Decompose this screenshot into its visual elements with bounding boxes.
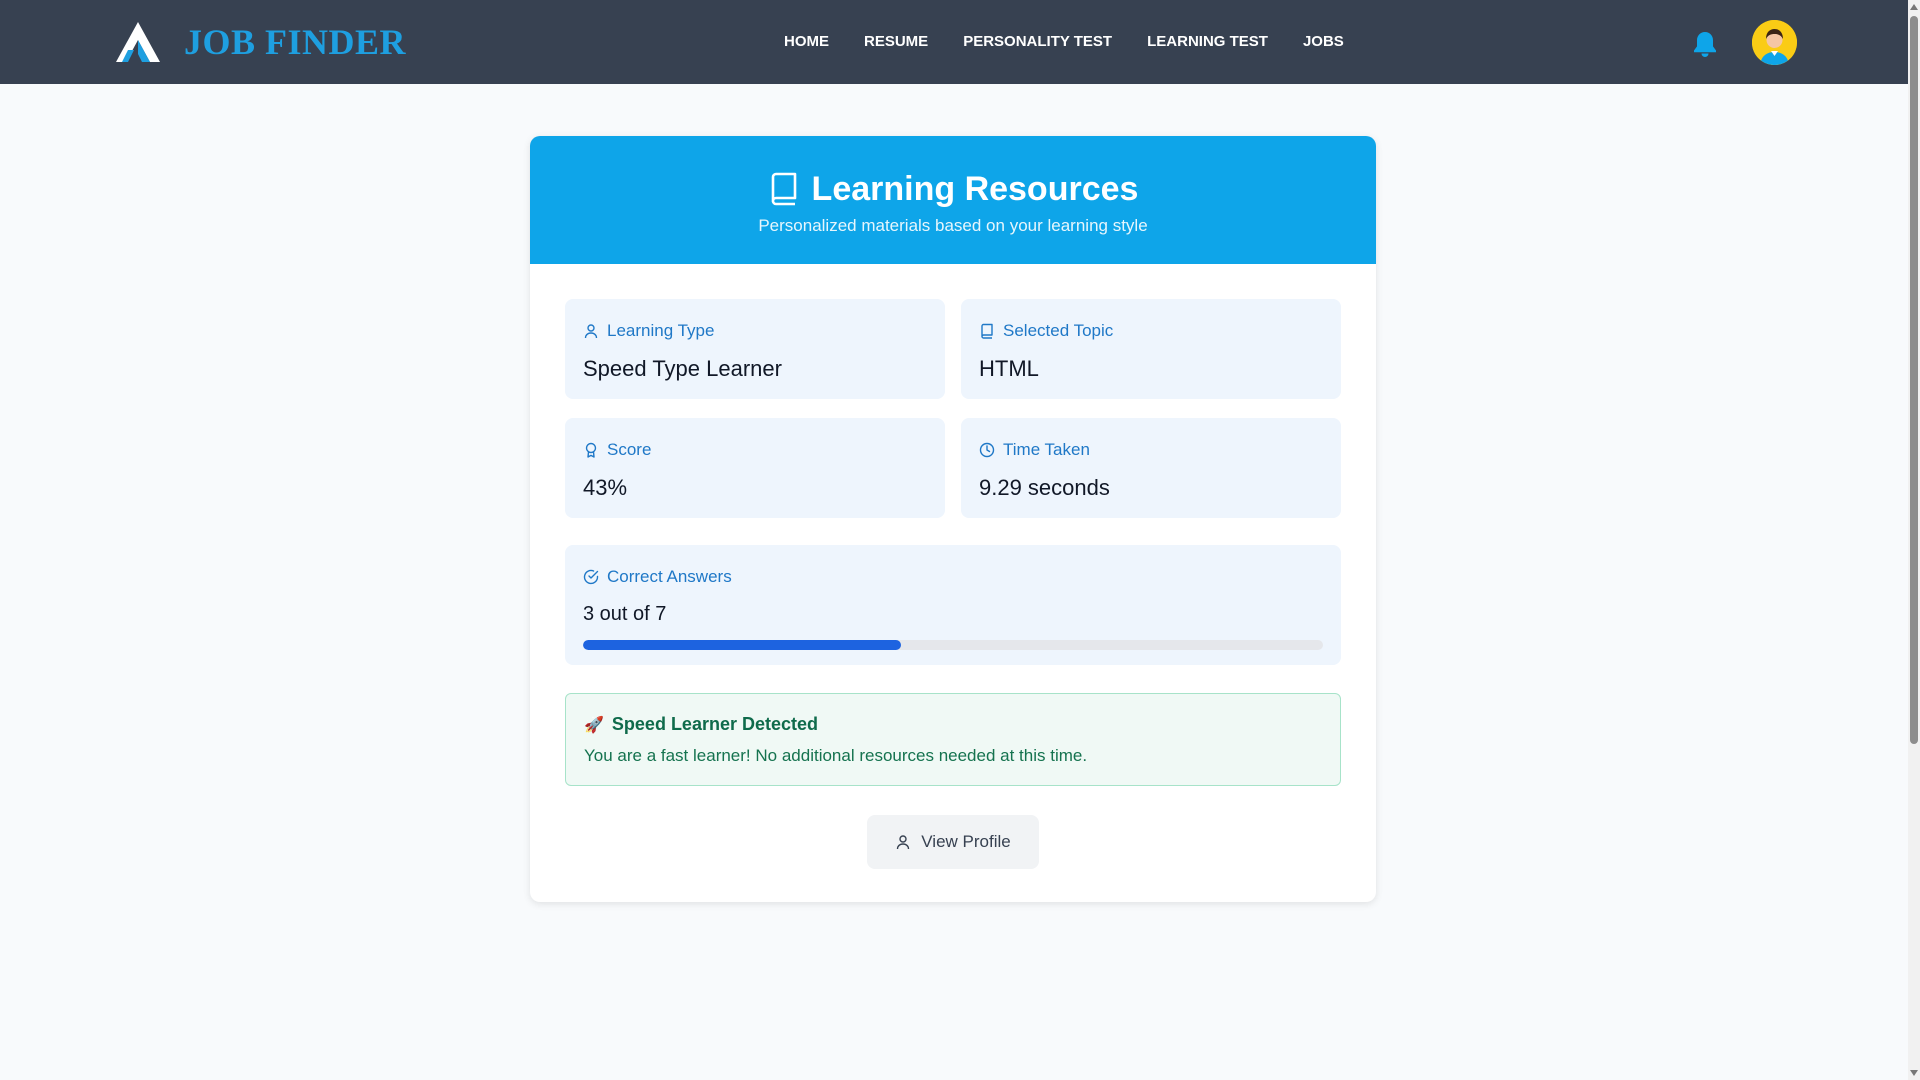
correct-answers-label: Correct Answers xyxy=(607,567,732,586)
view-profile-label: View Profile xyxy=(921,832,1011,851)
learning-type-label: Learning Type xyxy=(607,321,715,340)
brand-logo[interactable]: JOB FINDER xyxy=(114,20,406,64)
clock-icon xyxy=(979,442,995,458)
alert-message: You are a fast learner! No additional re… xyxy=(584,746,1088,765)
time-taken-label-row: Time Taken xyxy=(979,440,1090,460)
nav-home[interactable]: HOME xyxy=(784,33,829,53)
correct-answers-label-row: Correct Answers xyxy=(583,567,732,587)
avatar[interactable] xyxy=(1752,20,1797,65)
learning-type-label-row: Learning Type xyxy=(583,321,714,341)
page-scrollbar[interactable] xyxy=(1908,0,1920,1080)
page-title: Learning Resources xyxy=(811,169,1139,208)
alert-title: Speed Learner Detected xyxy=(611,714,818,734)
speed-learner-alert: 🚀 Speed Learner Detected You are a fast … xyxy=(565,693,1341,786)
nav-learning-test[interactable]: LEARNING TEST xyxy=(1147,33,1268,53)
selected-topic-label: Selected Topic xyxy=(1003,321,1114,340)
card-title-row: Learning Resources xyxy=(530,136,1376,214)
user-icon xyxy=(584,324,598,339)
user-icon xyxy=(897,835,910,850)
time-taken-box: Time Taken 9.29 seconds xyxy=(961,418,1341,518)
logo-icon xyxy=(116,22,160,62)
learning-type-value: Speed Type Learner xyxy=(583,356,782,381)
scroll-down-arrow-icon[interactable] xyxy=(1910,1070,1918,1076)
score-box: Score 43% xyxy=(565,418,945,518)
check-circle-icon xyxy=(583,569,599,585)
book-icon xyxy=(771,172,796,206)
score-value: 43% xyxy=(583,475,628,500)
scroll-thumb[interactable] xyxy=(1910,16,1918,744)
view-profile-button[interactable]: View Profile xyxy=(867,815,1039,869)
selected-topic-value: HTML xyxy=(979,356,1039,381)
nav-personality-test[interactable]: PERSONALITY TEST xyxy=(963,33,1112,53)
card-header: Learning Resources Personalized material… xyxy=(530,136,1376,264)
nav-jobs[interactable]: JOBS xyxy=(1303,33,1344,53)
scroll-up-arrow-icon[interactable] xyxy=(1910,4,1918,10)
page-subtitle: Personalized materials based on your lea… xyxy=(758,216,1148,235)
selected-topic-box: Selected Topic HTML xyxy=(961,299,1341,399)
bell-icon[interactable] xyxy=(1692,30,1718,58)
correct-answers-progress-bar xyxy=(583,640,1323,650)
learning-resources-card: Learning Resources Personalized material… xyxy=(530,136,1376,902)
avatar-icon xyxy=(1752,20,1797,65)
score-label: Score xyxy=(607,440,652,459)
selected-topic-label-row: Selected Topic xyxy=(979,321,1113,341)
score-label-row: Score xyxy=(583,440,651,460)
rocket-icon: 🚀 xyxy=(584,716,604,734)
book-icon xyxy=(981,323,993,339)
progress-fill xyxy=(583,640,902,650)
main-nav: HOME RESUME PERSONALITY TEST LEARNING TE… xyxy=(784,33,1344,53)
time-taken-label: Time Taken xyxy=(1003,440,1090,459)
top-navbar: JOB FINDER HOME RESUME PERSONALITY TEST … xyxy=(0,0,1908,84)
brand-name: JOB FINDER xyxy=(184,22,407,62)
alert-title-row: 🚀 Speed Learner Detected xyxy=(584,714,818,735)
time-taken-value: 9.29 seconds xyxy=(979,475,1110,500)
correct-answers-box: Correct Answers 3 out of 7 xyxy=(565,545,1341,665)
learning-type-box: Learning Type Speed Type Learner xyxy=(565,299,945,399)
award-icon xyxy=(585,442,597,458)
nav-resume[interactable]: RESUME xyxy=(864,33,928,53)
correct-answers-value: 3 out of 7 xyxy=(583,603,667,625)
